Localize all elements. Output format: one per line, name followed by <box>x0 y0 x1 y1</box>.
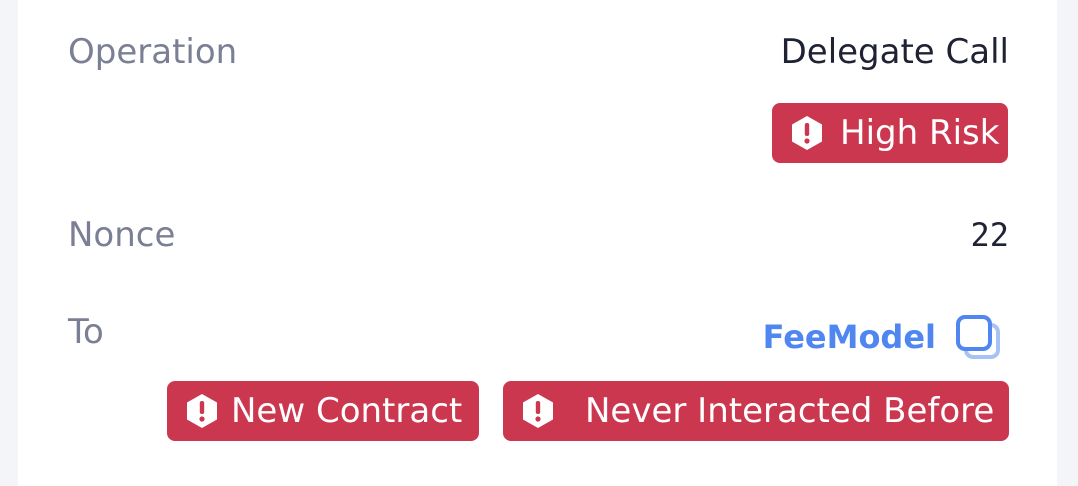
to-label: To <box>68 312 104 352</box>
copy-icon[interactable] <box>954 313 1004 363</box>
warning-hexagon-icon <box>187 394 217 428</box>
high-risk-badge-label: High Risk <box>840 113 1000 153</box>
never-interacted-badge: Never Interacted Before <box>503 381 1009 441</box>
to-address-link[interactable]: FeeModel <box>763 318 936 356</box>
high-risk-badge: High Risk <box>772 103 1008 163</box>
transaction-details-card: Operation Delegate Call High Risk Nonce … <box>18 0 1057 486</box>
warning-hexagon-icon <box>523 394 553 428</box>
warning-hexagon-icon <box>792 116 822 150</box>
never-interacted-badge-label: Never Interacted Before <box>585 391 995 431</box>
operation-label: Operation <box>68 32 238 72</box>
new-contract-badge: New Contract <box>167 381 479 441</box>
nonce-value: 22 <box>970 216 1009 254</box>
new-contract-badge-label: New Contract <box>231 391 463 431</box>
operation-value: Delegate Call <box>780 32 1009 72</box>
nonce-label: Nonce <box>68 215 176 255</box>
